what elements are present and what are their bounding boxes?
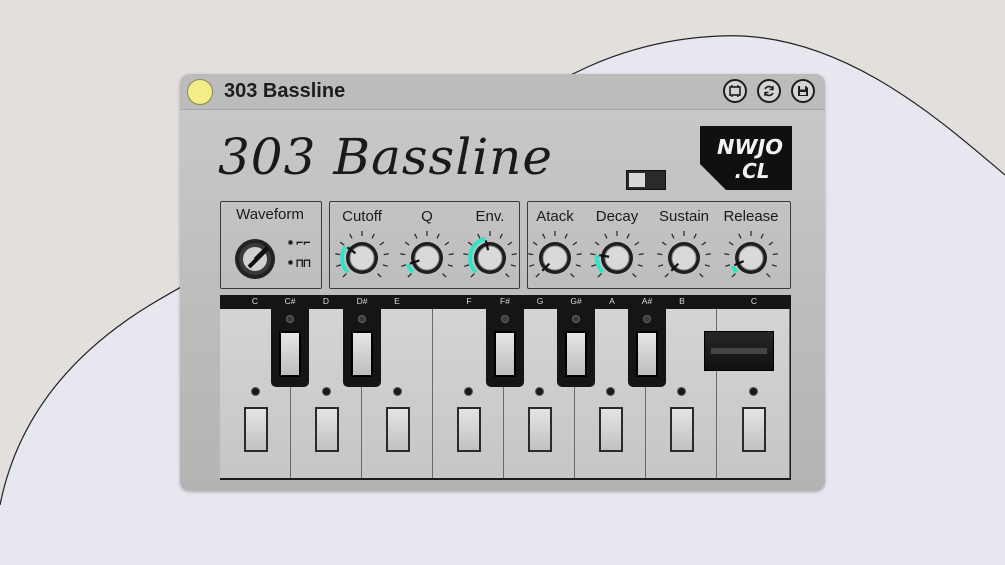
key-led xyxy=(534,387,544,396)
key-led xyxy=(572,315,580,323)
panel-title: 303 Bassline xyxy=(218,128,553,186)
title-bar: 303 Bassline xyxy=(180,74,825,110)
key-step-button[interactable] xyxy=(565,331,587,377)
device-button[interactable] xyxy=(723,79,747,103)
refresh-icon xyxy=(764,85,774,97)
filter-cutoff-label: Cutoff xyxy=(342,208,382,225)
envelope-decay-knob[interactable] xyxy=(589,230,645,286)
envelope-sustain-label: Sustain xyxy=(658,208,710,225)
note-label-f-sharp: F# xyxy=(500,296,510,306)
key-step-button[interactable] xyxy=(314,407,339,452)
knob-value-arc xyxy=(406,263,415,274)
envelope-sustain-knob[interactable] xyxy=(656,230,712,286)
save-icon xyxy=(798,86,808,96)
key-step-button[interactable] xyxy=(527,407,552,452)
envelope-release-knob[interactable] xyxy=(723,230,779,286)
waveform-label: Waveform xyxy=(236,206,304,223)
note-label-g: G xyxy=(536,296,544,306)
waveform-led-square xyxy=(288,260,293,265)
refresh-button[interactable] xyxy=(757,79,781,103)
note-label-e: E xyxy=(394,296,400,306)
window-title: 303 Bassline xyxy=(224,80,346,102)
synth-panel: 303 Bassline NWJO .CL Waveform ⌐⌐ ⊓⊓ Cut… xyxy=(180,110,825,491)
key-step-button[interactable] xyxy=(456,407,481,452)
mode-switch[interactable] xyxy=(626,170,666,190)
filter-q-knob[interactable] xyxy=(399,230,455,286)
envelope-decay-label: Decay xyxy=(595,208,639,225)
key-led xyxy=(676,387,686,396)
square-wave-indicator: ⊓⊓ xyxy=(296,256,311,270)
note-label-c-sharp: C# xyxy=(284,296,296,306)
plugin-window: 303 Bassline 303 Bassline NWJO .CL Wavef… xyxy=(180,74,825,491)
filter-cutoff-knob[interactable] xyxy=(334,230,390,286)
key-step-button[interactable] xyxy=(385,407,410,452)
note-label-c: C xyxy=(750,296,758,306)
status-led[interactable] xyxy=(187,79,213,105)
brand-logo: NWJO .CL xyxy=(700,126,792,190)
envelope-release-label: Release xyxy=(723,208,779,225)
key-led xyxy=(463,387,473,396)
logo-text-line-2: .CL xyxy=(734,159,769,183)
note-label-f: F xyxy=(466,296,472,306)
knob-value-arc xyxy=(730,265,739,274)
waveform-knob[interactable] xyxy=(230,234,280,284)
key-led xyxy=(392,387,402,396)
key-step-button[interactable] xyxy=(741,407,766,452)
waveform-led-saw xyxy=(288,240,293,245)
device-icon xyxy=(729,85,741,97)
keyboard: C C# D D# E F F# G G# A A# B C xyxy=(220,295,791,480)
note-label-g-sharp: G# xyxy=(570,296,582,306)
key-step-button[interactable] xyxy=(279,331,301,377)
note-label-d: D xyxy=(322,296,330,306)
key-step-button[interactable] xyxy=(669,407,694,452)
key-led xyxy=(605,387,615,396)
slide-slot xyxy=(711,348,767,354)
filter-env-label: Env. xyxy=(475,208,505,225)
black-key-g-sharp[interactable] xyxy=(557,309,595,387)
envelope-atack-knob[interactable] xyxy=(527,230,583,286)
note-label-a-sharp: A# xyxy=(641,296,653,306)
key-led xyxy=(501,315,509,323)
save-button[interactable] xyxy=(791,79,815,103)
filter-q-label: Q xyxy=(421,208,433,225)
key-led xyxy=(286,315,294,323)
key-led xyxy=(250,387,260,396)
black-key-c-sharp[interactable] xyxy=(271,309,309,387)
envelope-atack-label: Atack xyxy=(536,208,574,225)
key-step-button[interactable] xyxy=(598,407,623,452)
filter-env-knob[interactable] xyxy=(462,230,518,286)
key-led xyxy=(321,387,331,396)
black-key-d-sharp[interactable] xyxy=(343,309,381,387)
black-key-a-sharp[interactable] xyxy=(628,309,666,387)
black-key-f-sharp[interactable] xyxy=(486,309,524,387)
octave-slide-block[interactable] xyxy=(704,331,774,371)
key-step-button[interactable] xyxy=(494,331,516,377)
saw-wave-indicator: ⌐⌐ xyxy=(296,236,311,250)
note-label-a: A xyxy=(609,296,615,306)
key-step-button[interactable] xyxy=(636,331,658,377)
key-led xyxy=(748,387,758,396)
key-step-button[interactable] xyxy=(351,331,373,377)
note-label-c: C xyxy=(251,296,259,306)
key-led xyxy=(643,315,651,323)
note-label-b: B xyxy=(679,296,685,306)
switch-knob xyxy=(629,173,645,187)
note-label-d-sharp: D# xyxy=(356,296,368,306)
key-led xyxy=(358,315,366,323)
key-step-button[interactable] xyxy=(243,407,268,452)
logo-text-line-1: NWJO xyxy=(717,135,783,159)
